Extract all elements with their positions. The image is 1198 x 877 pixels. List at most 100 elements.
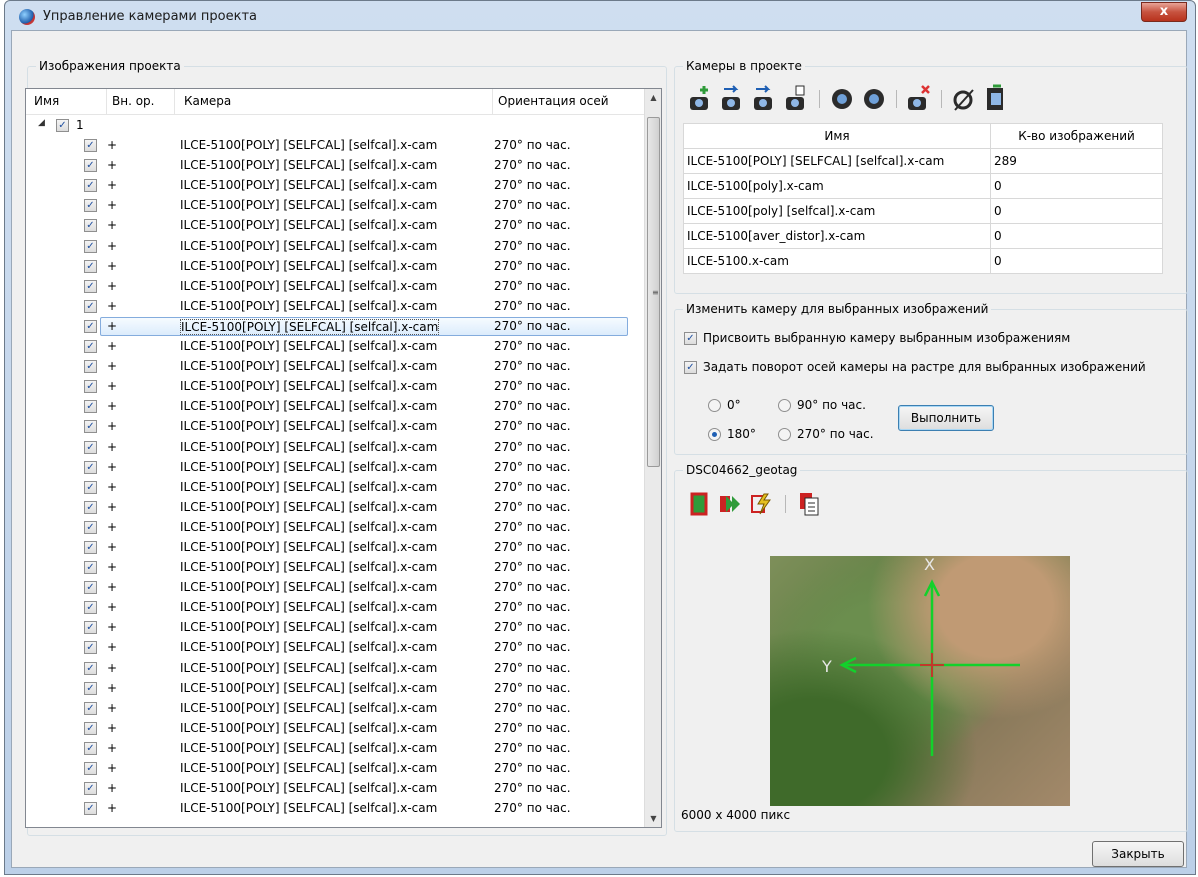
row-checkbox[interactable]: ✓ (84, 782, 97, 796)
rotation-90-option[interactable]: 90° по час. (778, 398, 866, 412)
camera-row[interactable]: ILCE-5100[poly].x-cam 0 (683, 173, 1163, 199)
table-row[interactable]: ✓ + ILCE-5100[POLY] [SELFCAL] [selfcal].x-… (26, 577, 646, 597)
scroll-up-icon[interactable]: ▲ (645, 89, 661, 106)
rotation-0-radio[interactable] (708, 398, 721, 412)
row-checkbox[interactable]: ✓ (84, 460, 97, 474)
col-interior[interactable]: Вн. ор. (112, 94, 154, 108)
row-checkbox[interactable]: ✓ (84, 641, 97, 655)
run-button[interactable]: Выполнить (898, 405, 994, 431)
vertical-scrollbar[interactable]: ▲ ≡ ▼ (644, 89, 661, 827)
table-row[interactable]: ✓ + ILCE-5100[POLY] [SELFCAL] [selfcal].x-… (26, 537, 646, 557)
rotation-270-radio[interactable] (778, 427, 791, 441)
rotation-270-option[interactable]: 270° по час. (778, 427, 874, 441)
rotate-axes-option[interactable]: ✓ Задать поворот осей камеры на растре д… (684, 360, 1146, 374)
table-row[interactable]: ✓ + ILCE-5100[POLY] [SELFCAL] [selfcal].x-… (26, 396, 646, 416)
row-checkbox[interactable]: ✓ (84, 179, 97, 193)
col-name[interactable]: Имя (34, 94, 59, 108)
table-row[interactable]: ✓ + ILCE-5100[POLY] [SELFCAL] [selfcal].x-… (26, 738, 646, 758)
rotation-90-radio[interactable] (778, 398, 791, 412)
table-row[interactable]: ✓ + ILCE-5100[POLY] [SELFCAL] [selfcal].x-… (26, 557, 646, 577)
table-row[interactable]: ✓ + ILCE-5100[POLY] [SELFCAL] [selfcal].x-… (26, 416, 646, 436)
table-row[interactable]: ✓ + ILCE-5100[POLY] [SELFCAL] [selfcal].x-… (26, 155, 646, 175)
rotate-axes-checkbox[interactable]: ✓ (684, 360, 697, 374)
table-row[interactable]: ✓ + ILCE-5100[POLY] [SELFCAL] [selfcal].x-… (26, 758, 646, 778)
camera-row[interactable]: ILCE-5100.x-cam 0 (683, 248, 1163, 274)
collapse-arrow-icon[interactable]: ◢ (38, 118, 45, 128)
table-row[interactable]: ✓ + ILCE-5100[POLY] [SELFCAL] [selfcal].x-… (26, 698, 646, 718)
row-checkbox[interactable]: ✓ (84, 701, 97, 715)
row-checkbox[interactable]: ✓ (84, 199, 97, 213)
scroll-down-icon[interactable]: ▼ (645, 810, 661, 827)
cameras-table[interactable]: Имя К-во изображений ILCE-5100[POLY] [SE… (683, 123, 1163, 274)
camera-row[interactable]: ILCE-5100[poly] [selfcal].x-cam 0 (683, 198, 1163, 224)
table-row[interactable]: ✓ + ILCE-5100[POLY] [SELFCAL] [selfcal].x-… (26, 497, 646, 517)
table-row[interactable]: ✓ + ILCE-5100[POLY] [SELFCAL] [selfcal].x-… (26, 617, 646, 637)
col-camera-name[interactable]: Имя (683, 123, 991, 149)
table-row[interactable]: ✓ + ILCE-5100[POLY] [SELFCAL] [selfcal].x-… (26, 637, 646, 657)
load-camera-icon[interactable] (752, 84, 778, 114)
row-checkbox[interactable]: ✓ (84, 621, 97, 635)
edit-camera-icon[interactable] (784, 84, 810, 114)
rotation-0-option[interactable]: 0° (708, 398, 741, 412)
col-image-count[interactable]: К-во изображений (990, 123, 1163, 149)
scrollbar-thumb[interactable]: ≡ (647, 117, 660, 467)
table-row[interactable]: ✓ + ILCE-5100[POLY] [SELFCAL] [selfcal].x-… (26, 336, 646, 356)
root-checkbox[interactable]: ✓ (56, 119, 69, 132)
table-row[interactable]: ✓ + ILCE-5100[POLY] [SELFCAL] [selfcal].x-… (26, 517, 646, 537)
table-row[interactable]: ✓ + ILCE-5100[POLY] [SELFCAL] [selfcal].x-… (26, 718, 646, 738)
table-row[interactable]: ✓ + ILCE-5100[POLY] [SELFCAL] [selfcal].x-… (26, 316, 646, 336)
table-row[interactable]: ✓ + ILCE-5100[POLY] [SELFCAL] [selfcal].x-… (26, 356, 646, 376)
table-row[interactable]: ✓ + ILCE-5100[POLY] [SELFCAL] [selfcal].x-… (26, 658, 646, 678)
fit-image-icon[interactable] (688, 490, 710, 518)
table-row[interactable]: ✓ + ILCE-5100[POLY] [SELFCAL] [selfcal].x-… (26, 678, 646, 698)
table-row[interactable]: ✓ + ILCE-5100[POLY] [SELFCAL] [selfcal].x-… (26, 135, 646, 155)
col-orientation[interactable]: Ориентация осей (498, 94, 609, 108)
close-window-button[interactable]: x (1141, 2, 1187, 22)
camera-row[interactable]: ILCE-5100[POLY] [SELFCAL] [selfcal].x-ca… (683, 148, 1163, 174)
table-row[interactable]: ✓ + ILCE-5100[POLY] [SELFCAL] [selfcal].x-… (26, 376, 646, 396)
table-row[interactable]: ✓ + ILCE-5100[POLY] [SELFCAL] [selfcal].x-… (26, 798, 646, 818)
tree-root-row[interactable]: ◢ ✓ 1 (26, 115, 646, 135)
row-checkbox[interactable]: ✓ (84, 159, 97, 173)
row-checkbox[interactable]: ✓ (84, 561, 97, 575)
table-row[interactable]: ✓ + ILCE-5100[POLY] [SELFCAL] [selfcal].x-… (26, 597, 646, 617)
close-button[interactable]: Закрыть (1092, 841, 1184, 867)
row-checkbox[interactable]: ✓ (84, 400, 97, 414)
table-row[interactable]: ✓ + ILCE-5100[POLY] [SELFCAL] [selfcal].x-… (26, 175, 646, 195)
row-checkbox[interactable]: ✓ (84, 681, 97, 695)
row-checkbox[interactable]: ✓ (84, 420, 97, 434)
table-row[interactable]: ✓ + ILCE-5100[POLY] [SELFCAL] [selfcal].x-… (26, 195, 646, 215)
row-checkbox[interactable]: ✓ (84, 299, 97, 313)
table-row[interactable]: ✓ + ILCE-5100[POLY] [SELFCAL] [selfcal].x-… (26, 215, 646, 235)
row-checkbox[interactable]: ✓ (84, 540, 97, 554)
row-checkbox[interactable]: ✓ (84, 500, 97, 514)
table-row[interactable]: ✓ + ILCE-5100[POLY] [SELFCAL] [selfcal].x-… (26, 477, 646, 497)
rotation-180-radio[interactable] (708, 427, 721, 441)
camera-lens-alt-icon[interactable] (861, 84, 887, 114)
row-checkbox[interactable]: ✓ (84, 340, 97, 354)
row-checkbox[interactable]: ✓ (84, 480, 97, 494)
row-checkbox[interactable]: ✓ (84, 360, 97, 374)
table-row[interactable]: ✓ + ILCE-5100[POLY] [SELFCAL] [selfcal].x-… (26, 457, 646, 477)
assign-camera-checkbox[interactable]: ✓ (684, 331, 697, 345)
row-checkbox[interactable]: ✓ (84, 661, 97, 675)
camera-lens-icon[interactable] (829, 84, 855, 114)
table-row[interactable]: ✓ + ILCE-5100[POLY] [SELFCAL] [selfcal].x-… (26, 236, 646, 256)
rotation-180-option[interactable]: 180° (708, 427, 756, 441)
add-camera-icon[interactable] (688, 84, 714, 114)
camera-row[interactable]: ILCE-5100[aver_distor].x-cam 0 (683, 223, 1163, 249)
row-checkbox[interactable]: ✓ (84, 581, 97, 595)
table-row[interactable]: ✓ + ILCE-5100[POLY] [SELFCAL] [selfcal].x-… (26, 437, 646, 457)
row-checkbox[interactable]: ✓ (84, 239, 97, 253)
row-checkbox[interactable]: ✓ (84, 601, 97, 615)
row-checkbox[interactable]: ✓ (84, 741, 97, 755)
delete-camera-icon[interactable] (906, 84, 932, 114)
row-checkbox[interactable]: ✓ (84, 279, 97, 293)
row-checkbox[interactable]: ✓ (84, 440, 97, 454)
table-row[interactable]: ✓ + ILCE-5100[POLY] [SELFCAL] [selfcal].x-… (26, 296, 646, 316)
row-checkbox[interactable]: ✓ (84, 219, 97, 233)
row-checkbox[interactable]: ✓ (84, 520, 97, 534)
assign-camera-option[interactable]: ✓ Присвоить выбранную камеру выбранным и… (684, 331, 1070, 345)
images-tree[interactable]: Имя Вн. ор. Камера Ориентация осей ◢ ✓ 1… (25, 88, 662, 828)
title-bar[interactable]: Управление камерами проекта x (5, 1, 1195, 31)
